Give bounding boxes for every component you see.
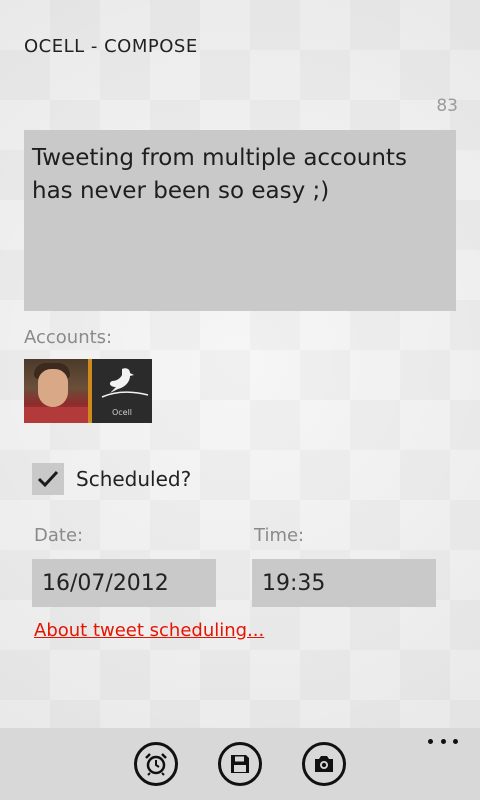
ocell-caption: Ocell (111, 408, 133, 417)
date-label: Date: (34, 525, 84, 546)
accounts-label: Accounts: (24, 327, 113, 348)
save-icon (231, 755, 249, 773)
character-count: 83 (436, 96, 458, 116)
accounts-list: Ocell (24, 359, 152, 423)
page-title: OCELL - COMPOSE (24, 36, 198, 57)
checkmark-icon (37, 470, 59, 488)
camera-icon (315, 756, 333, 772)
save-draft-button[interactable] (218, 742, 262, 786)
more-dot (453, 738, 458, 744)
time-label: Time: (254, 525, 305, 546)
user-account-avatar[interactable] (24, 359, 88, 423)
scheduled-checkbox-row[interactable]: Scheduled? (32, 463, 191, 495)
schedule-alarm-button[interactable] (134, 742, 178, 786)
time-picker[interactable]: 19:35 (252, 559, 436, 607)
ocell-account-avatar[interactable]: Ocell (88, 359, 152, 423)
ocell-bird-icon (101, 368, 149, 398)
more-options-button[interactable] (428, 734, 458, 748)
scheduled-checkbox[interactable] (32, 463, 64, 495)
avatar-face (38, 369, 68, 407)
about-scheduling-link[interactable]: About tweet scheduling... (34, 620, 264, 641)
more-dot (428, 738, 433, 744)
tweet-text-input[interactable]: Tweeting from multiple accounts has neve… (24, 130, 456, 311)
app-bar (0, 728, 480, 800)
alarm-clock-icon (145, 753, 167, 776)
date-picker[interactable]: 16/07/2012 (32, 559, 216, 607)
attach-photo-button[interactable] (302, 742, 346, 786)
scheduled-label: Scheduled? (76, 467, 192, 491)
avatar-shirt (24, 407, 88, 423)
more-dot (440, 738, 446, 744)
